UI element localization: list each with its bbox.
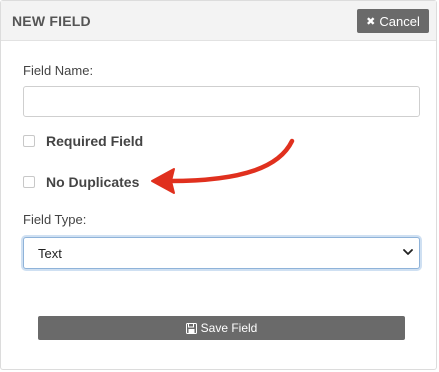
field-type-select[interactable]: Text <box>23 237 420 269</box>
floppy-disk-icon <box>185 322 197 334</box>
annotation-arrow-icon <box>151 138 295 194</box>
field-type-selected-value: Text <box>38 246 62 261</box>
panel-header: NEW FIELD ✖ Cancel <box>1 1 436 41</box>
cancel-button-label: Cancel <box>379 13 420 29</box>
field-type-label: Field Type: <box>23 212 87 227</box>
required-field-checkbox-row[interactable]: Required Field <box>23 132 143 150</box>
required-field-checkbox[interactable] <box>23 135 35 147</box>
save-field-button-label: Save Field <box>200 321 258 335</box>
panel-title: NEW FIELD <box>12 13 91 29</box>
required-field-label: Required Field <box>46 133 144 149</box>
save-field-button[interactable]: Save Field <box>38 316 405 340</box>
cancel-button[interactable]: ✖ Cancel <box>357 9 429 33</box>
close-icon: ✖ <box>366 15 376 28</box>
field-name-label: Field Name: <box>23 63 94 78</box>
no-duplicates-checkbox-row[interactable]: No Duplicates <box>23 173 139 191</box>
no-duplicates-checkbox[interactable] <box>23 176 35 188</box>
chevron-down-icon <box>403 249 413 255</box>
field-name-input[interactable] <box>23 86 420 117</box>
no-duplicates-label: No Duplicates <box>46 174 140 190</box>
